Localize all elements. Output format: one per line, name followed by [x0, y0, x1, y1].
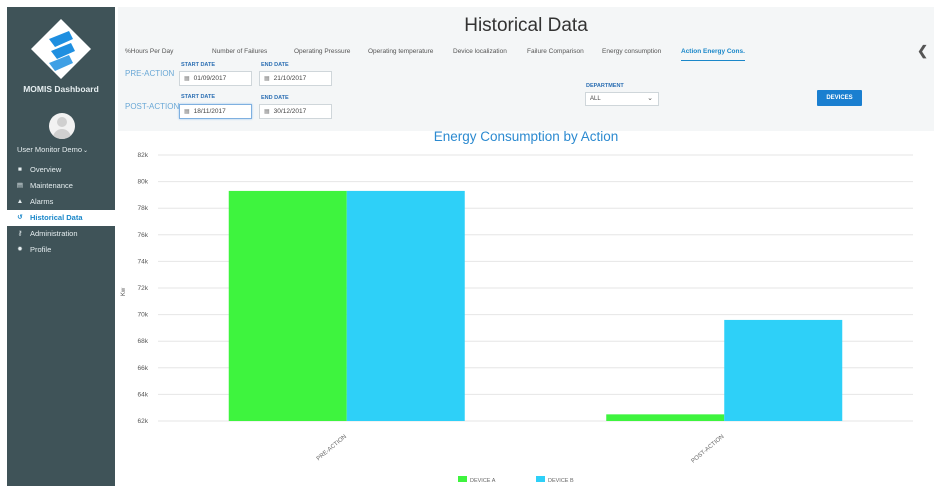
bar-device-a-post-action	[606, 414, 725, 421]
sidebar-item-maintenance[interactable]: ▤ Maintenance	[7, 178, 115, 194]
y-tick-label: 80k	[138, 179, 149, 186]
x-tick-label: POST-ACTION	[691, 434, 726, 465]
chevron-down-icon: ⌄	[647, 95, 653, 102]
legend-swatch	[536, 476, 545, 482]
department-value: ALL	[590, 96, 601, 102]
bar-device-a-pre-action	[228, 190, 347, 421]
y-tick-label: 72k	[138, 285, 149, 292]
warning-icon: ▲	[16, 198, 24, 205]
pre-action-label: PRE-ACTION	[125, 69, 175, 78]
calendar-icon: ▦	[264, 76, 270, 82]
energy-chart: 62k 64k 66k 68k 70k 72k 74k 76k 78k 80k 82k Kw PRE-…	[121, 152, 913, 484]
bar-device-b-post-action	[724, 319, 843, 421]
sidebar-nav: ■ Overview ▤ Maintenance ▲ Alarms ↺ Hist…	[7, 162, 115, 258]
legend-swatch	[458, 476, 467, 482]
y-tick-label: 76k	[138, 232, 149, 239]
calendar-icon: ▦	[184, 76, 190, 82]
post-start-date-field[interactable]: ▦ 18/11/2017	[179, 104, 252, 119]
main-content: Historical Data ❮ %Hours Per Day Number …	[118, 7, 934, 486]
page-title: Historical Data	[464, 15, 588, 36]
pre-end-date-value: 21/10/2017	[273, 75, 307, 82]
y-tick-label: 78k	[138, 205, 149, 212]
tab-device-localization[interactable]: Device localization	[453, 47, 507, 61]
chart-title: Energy Consumption by Action	[433, 129, 619, 144]
post-action-label: POST-ACTION	[125, 102, 180, 111]
pre-end-date-field[interactable]: ▦ 21/10/2017	[259, 71, 332, 86]
sidebar-item-profile[interactable]: ✹ Profile	[7, 242, 115, 258]
tab-action-energy-cons[interactable]: Action Energy Cons.	[681, 47, 745, 61]
y-tick-label: 82k	[138, 152, 149, 159]
sidebar-item-label: Alarms	[30, 197, 54, 206]
legend-label: DEVICE A	[470, 478, 496, 484]
post-start-date-value: 18/11/2017	[193, 108, 226, 115]
app-title: MOMIS Dashboard	[23, 84, 99, 94]
devices-button[interactable]: DEVICES	[817, 90, 862, 106]
department-label: DEPARTMENT	[586, 83, 624, 89]
y-tick-label: 74k	[138, 258, 149, 265]
tab-failure-comparison[interactable]: Failure Comparison	[527, 47, 584, 61]
user-menu[interactable]: User Monitor Demo⌄	[17, 145, 88, 154]
tab-operating-temperature[interactable]: Operating temperature	[368, 47, 433, 61]
sidebar: MOMIS Dashboard User Monitor Demo⌄ ■ Ove…	[7, 7, 115, 486]
legend-label: DEVICE B	[548, 478, 574, 484]
tab-energy-consumption[interactable]: Energy consumption	[602, 47, 661, 61]
post-end-date-value: 30/12/2017	[273, 108, 307, 115]
chevron-left-icon[interactable]: ❮	[917, 43, 928, 59]
y-axis-title: Kw	[121, 287, 127, 296]
sidebar-item-alarms[interactable]: ▲ Alarms	[7, 194, 115, 210]
y-tick-label: 64k	[138, 391, 149, 398]
y-tick-label: 70k	[138, 312, 149, 319]
filter-panel: Historical Data ❮ %Hours Per Day Number …	[118, 7, 934, 131]
user-name: User Monitor Demo	[17, 145, 83, 154]
sidebar-item-historical-data[interactable]: ↺ Historical Data	[7, 210, 115, 226]
y-tick-label: 62k	[138, 418, 149, 425]
x-axis: PRE-ACTION POST-ACTION	[316, 434, 726, 465]
sidebar-item-label: Profile	[30, 245, 52, 254]
y-tick-label: 66k	[138, 365, 149, 372]
momis-logo[interactable]	[29, 17, 93, 81]
calendar-icon: ▦	[264, 109, 270, 115]
sidebar-item-administration[interactable]: ⚷ Administration	[7, 226, 115, 242]
gear-icon: ✹	[17, 246, 23, 253]
sidebar-item-label: Overview	[30, 165, 62, 174]
y-axis: 62k 64k 66k 68k 70k 72k 74k 76k 78k 80k 82k Kw	[121, 152, 149, 425]
sidebar-item-label: Maintenance	[30, 181, 73, 190]
y-tick-label: 68k	[138, 338, 149, 345]
tab-hours-per-day[interactable]: %Hours Per Day	[125, 47, 173, 61]
pre-start-date-label: START DATE	[181, 62, 216, 68]
pre-end-date-label: END DATE	[261, 62, 289, 68]
tab-operating-pressure[interactable]: Operating Pressure	[294, 47, 350, 61]
key-icon: ⚷	[17, 230, 23, 237]
tab-number-of-failures[interactable]: Number of Failures	[212, 47, 267, 61]
sidebar-item-label: Historical Data	[30, 213, 83, 222]
app-window: MOMIS Dashboard User Monitor Demo⌄ ■ Ove…	[0, 0, 934, 486]
x-tick-label: PRE-ACTION	[316, 434, 348, 462]
history-icon: ↺	[17, 214, 23, 221]
sidebar-item-overview[interactable]: ■ Overview	[7, 162, 115, 178]
post-end-date-label: END DATE	[261, 95, 289, 101]
calendar-icon: ▦	[184, 109, 190, 115]
post-end-date-field[interactable]: ▦ 30/12/2017	[259, 104, 332, 119]
bar-device-b-pre-action	[346, 190, 465, 421]
pre-start-date-value: 01/09/2017	[193, 75, 227, 82]
home-icon: ■	[18, 166, 22, 173]
sidebar-item-label: Administration	[30, 229, 78, 238]
chevron-down-icon: ⌄	[83, 148, 89, 154]
chart-bars	[228, 190, 843, 421]
document-icon: ▤	[16, 182, 24, 189]
pre-start-date-field[interactable]: ▦ 01/09/2017	[179, 71, 252, 86]
avatar[interactable]	[49, 113, 75, 139]
post-start-date-label: START DATE	[181, 94, 216, 100]
department-select[interactable]: ALL ⌄	[585, 92, 659, 106]
chart-legend: DEVICE A DEVICE B	[458, 476, 574, 484]
